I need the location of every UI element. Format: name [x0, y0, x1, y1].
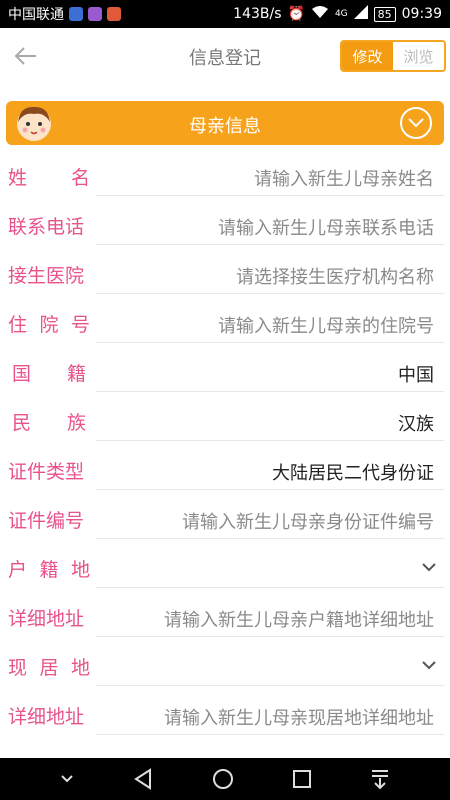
field-label: 详细地址 — [8, 706, 85, 728]
home-circle-icon[interactable] — [212, 768, 234, 790]
app-notification-icon — [69, 7, 83, 21]
field-label: 证件编号 — [8, 510, 85, 532]
chevron-down-icon[interactable] — [420, 558, 438, 576]
wifi-icon — [311, 5, 329, 23]
tab-edit[interactable]: 修改 — [342, 42, 393, 70]
status-bar: 中国联通 143B/s ⏰ 4G 85 09:39 — [0, 0, 450, 28]
current-address-input[interactable]: 请输入新生儿母亲现居地详细地址 — [164, 704, 434, 730]
alarm-icon: ⏰ — [287, 6, 305, 22]
household-address-input[interactable]: 请输入新生儿母亲户籍地详细地址 — [164, 606, 434, 632]
field-row-nationality[interactable]: 国 籍 中国 — [0, 346, 450, 395]
back-triangle-icon[interactable] — [132, 768, 154, 790]
notification-pull-icon[interactable] — [369, 768, 391, 790]
signal-icon — [353, 5, 368, 23]
section-title: 母亲信息 — [189, 116, 261, 137]
field-row-id-type[interactable]: 证件类型 大陆居民二代身份证 — [0, 444, 450, 493]
id-type-select[interactable]: 大陆居民二代身份证 — [272, 459, 434, 485]
field-label: 住 院 号 — [8, 314, 90, 336]
tab-browse[interactable]: 浏览 — [393, 42, 444, 70]
field-row-household-registration[interactable]: 户 籍 地 — [0, 542, 450, 591]
field-row-admission-number[interactable]: 住 院 号 请输入新生儿母亲的住院号 — [0, 297, 450, 346]
chevron-down-icon[interactable] — [420, 656, 438, 674]
field-row-current-address[interactable]: 详细地址 请输入新生儿母亲现居地详细地址 — [0, 689, 450, 738]
chevron-down-icon[interactable] — [59, 771, 75, 787]
field-row-household-address[interactable]: 详细地址 请输入新生儿母亲户籍地详细地址 — [0, 591, 450, 640]
field-row-name[interactable]: 姓 名 请输入新生儿母亲姓名 — [0, 150, 450, 199]
field-label: 现 居 地 — [8, 657, 90, 679]
field-label: 详细地址 — [8, 608, 85, 630]
field-label: 证件类型 — [8, 461, 85, 483]
mode-switch: 修改 浏览 — [340, 40, 446, 72]
clock: 09:39 — [401, 6, 442, 22]
field-label: 民 族 — [12, 412, 86, 434]
network-type: 4G — [334, 9, 348, 19]
field-label: 国 籍 — [12, 363, 86, 385]
app-header: 信息登记 修改 浏览 — [0, 28, 450, 84]
field-row-ethnicity[interactable]: 民 族 汉族 — [0, 395, 450, 444]
phone-input[interactable]: 请输入新生儿母亲联系电话 — [218, 214, 434, 240]
recent-apps-icon[interactable] — [292, 769, 312, 789]
section-header-mother-info[interactable]: 母亲信息 — [6, 101, 444, 145]
field-row-hospital[interactable]: 接生医院 请选择接生医疗机构名称 — [0, 248, 450, 297]
hospital-select[interactable]: 请选择接生医疗机构名称 — [236, 263, 434, 289]
admission-number-input[interactable]: 请输入新生儿母亲的住院号 — [218, 312, 434, 338]
field-label: 姓 名 — [8, 167, 90, 189]
collapse-toggle[interactable] — [400, 107, 432, 139]
id-number-input[interactable]: 请输入新生儿母亲身份证件编号 — [182, 508, 434, 534]
field-row-current-residence[interactable]: 现 居 地 — [0, 640, 450, 689]
field-label: 接生医院 — [8, 265, 85, 287]
field-label: 户 籍 地 — [8, 559, 90, 581]
app-notification-icon — [107, 7, 121, 21]
name-input[interactable]: 请输入新生儿母亲姓名 — [254, 165, 434, 191]
field-label: 联系电话 — [8, 216, 85, 238]
mother-info-form: 姓 名 请输入新生儿母亲姓名 联系电话 请输入新生儿母亲联系电话 接生医院 请选… — [0, 150, 450, 738]
field-row-id-number[interactable]: 证件编号 请输入新生儿母亲身份证件编号 — [0, 493, 450, 542]
nationality-select[interactable]: 中国 — [398, 361, 434, 387]
network-speed: 143B/s — [233, 6, 282, 22]
battery-level: 85 — [373, 6, 396, 22]
chevron-down-icon — [408, 118, 424, 128]
system-nav-bar — [0, 758, 450, 800]
carrier-text: 中国联通 — [8, 7, 64, 23]
field-row-phone[interactable]: 联系电话 请输入新生儿母亲联系电话 — [0, 199, 450, 248]
app-notification-icon — [88, 7, 102, 21]
ethnicity-select[interactable]: 汉族 — [398, 410, 434, 436]
